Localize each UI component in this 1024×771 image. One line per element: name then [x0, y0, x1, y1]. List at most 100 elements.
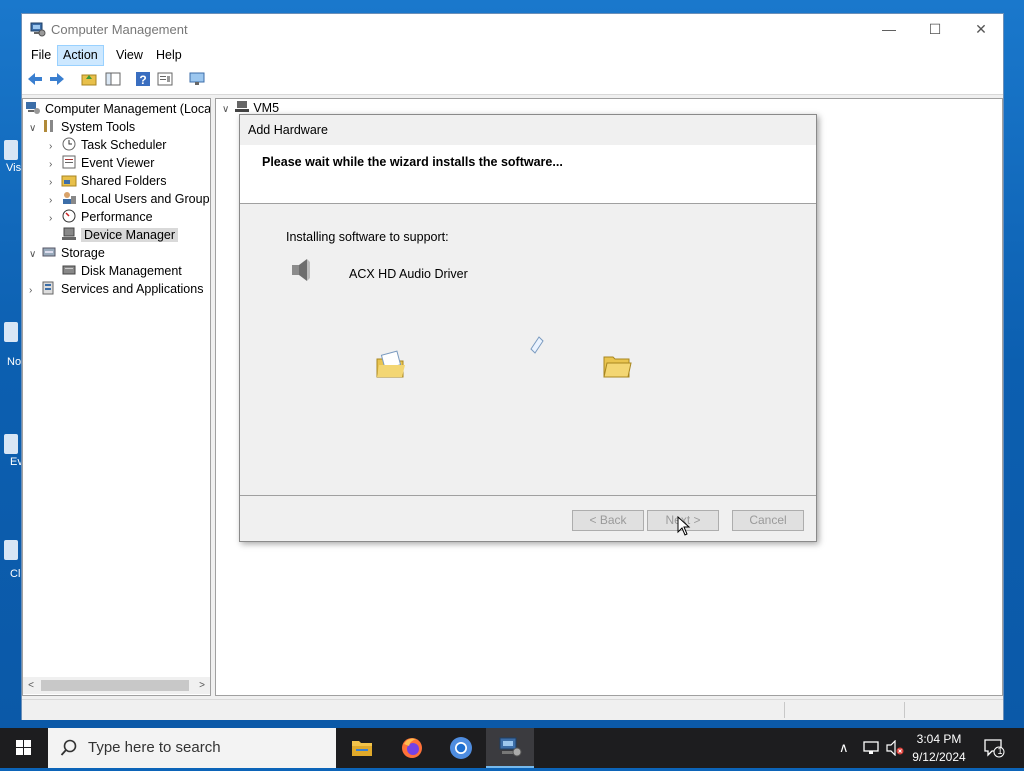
taskbar-computer-management[interactable]: [486, 728, 534, 768]
status-divider: [904, 702, 905, 718]
tree-item-root[interactable]: Computer Management (Local: [25, 100, 211, 118]
desktop-icon-label: Cl: [10, 568, 21, 580]
dialog-footer: < Back Next > Cancel: [240, 495, 816, 542]
taskbar-file-explorer[interactable]: [338, 728, 386, 768]
vm-name: VM5: [253, 101, 280, 115]
tree-item-label: System Tools: [61, 120, 136, 134]
taskbar-firefox[interactable]: [388, 728, 436, 768]
tree-item-label: Device Manager: [81, 228, 179, 242]
scroll-right-icon[interactable]: >: [194, 677, 210, 694]
cancel-button[interactable]: Cancel: [732, 510, 804, 531]
tree-item-label: Shared Folders: [81, 174, 167, 188]
up-folder-icon[interactable]: [80, 70, 98, 88]
tree-item-task-scheduler[interactable]: › Task Scheduler: [49, 136, 166, 154]
disk-icon: [62, 265, 76, 275]
file-explorer-icon: [352, 741, 372, 756]
tree-item-shared-folders[interactable]: › Shared Folders: [49, 172, 166, 190]
tree-item-services-apps[interactable]: › Services and Applications: [29, 280, 203, 298]
speaker-icon: [292, 259, 310, 281]
flying-paper-icon: [530, 336, 544, 354]
svg-text:?: ?: [139, 73, 146, 87]
desktop-icon-ev[interactable]: Ev: [0, 432, 23, 476]
search-placeholder: Type here to search: [88, 739, 221, 756]
tree-item-label: Performance: [81, 210, 153, 224]
clock-icon: [62, 137, 76, 151]
forward-arrow-icon[interactable]: [48, 70, 66, 88]
users-icon: [63, 192, 76, 204]
computer-management-icon: [26, 102, 40, 114]
storage-icon: [42, 247, 56, 257]
shortcut-icon: [4, 322, 18, 342]
back-arrow-icon[interactable]: [26, 70, 44, 88]
tree-item-label: Task Scheduler: [81, 138, 167, 152]
source-folder-icon: [376, 350, 405, 378]
shortcut-icon: [4, 540, 18, 560]
firefox-icon: [402, 738, 422, 758]
desktop-icon-label: No: [7, 356, 22, 368]
desktop-icon-vis[interactable]: Vis: [0, 138, 22, 182]
taskbar-chromium[interactable]: [437, 728, 485, 768]
mouse-cursor-icon: [677, 516, 691, 536]
tree-item-label: Event Viewer: [81, 156, 155, 170]
taskbar-search-box[interactable]: Type here to search: [48, 728, 336, 768]
tree-item-performance[interactable]: › Performance: [49, 208, 153, 226]
console-tree: Computer Management (Local ∨ System Tool…: [22, 98, 211, 696]
properties-icon[interactable]: [156, 70, 174, 88]
tree-item-label: Disk Management: [81, 264, 182, 278]
close-button[interactable]: ✕: [958, 14, 1004, 44]
scroll-thumb[interactable]: [41, 680, 189, 691]
maximize-button[interactable]: ☐: [912, 14, 958, 44]
tree-item-device-manager[interactable]: Device Manager: [61, 226, 179, 244]
back-button[interactable]: < Back: [572, 510, 644, 531]
desktop-icon-no[interactable]: No: [0, 320, 22, 368]
shortcut-icon: [4, 434, 18, 454]
monitor-icon[interactable]: [188, 70, 206, 88]
performance-gauge-icon: [62, 209, 76, 223]
tree-item-storage[interactable]: ∨ Storage: [29, 244, 105, 262]
desktop-icon-cl[interactable]: Cl: [0, 538, 22, 582]
tree-item-label: Services and Applications: [61, 282, 204, 296]
desktop-icon-label: Vis: [6, 162, 22, 174]
collapse-chevron-icon[interactable]: ∨: [222, 104, 229, 115]
search-icon: [60, 739, 77, 756]
dialog-header: Please wait while the wizard installs th…: [240, 145, 816, 204]
minimize-button[interactable]: —: [866, 14, 912, 44]
status-bar: [22, 699, 1003, 720]
computer-management-icon: [499, 737, 522, 757]
tree-item-disk-management[interactable]: Disk Management: [61, 262, 182, 280]
tree-horizontal-scrollbar[interactable]: < >: [23, 677, 210, 694]
menu-help[interactable]: Help: [151, 46, 187, 65]
services-icon: [42, 281, 54, 295]
clock-date[interactable]: 9/12/2024: [899, 750, 979, 764]
driver-name: ACX HD Audio Driver: [349, 267, 468, 281]
menu-bar: File Action View Help: [22, 44, 1003, 66]
show-hidden-icons-chevron-icon[interactable]: ∧: [839, 740, 849, 756]
device-tree-root[interactable]: ∨ VM5: [222, 101, 279, 115]
scroll-left-icon[interactable]: <: [23, 677, 39, 694]
tree-item-system-tools[interactable]: ∨ System Tools: [29, 118, 135, 136]
show-hide-tree-icon[interactable]: [104, 70, 122, 88]
installing-label: Installing software to support:: [286, 230, 449, 244]
title-bar[interactable]: Computer Management — ☐ ✕: [22, 14, 1003, 44]
help-icon[interactable]: ?: [134, 70, 152, 88]
collapse-chevron-icon[interactable]: ∨: [29, 120, 41, 138]
toolbar: ?: [22, 66, 1003, 95]
wizard-status-message: Please wait while the wizard installs th…: [262, 155, 563, 169]
menu-view[interactable]: View: [111, 46, 148, 65]
expand-chevron-icon[interactable]: ›: [49, 210, 61, 228]
tools-icon: [44, 120, 53, 132]
windows-start-icon[interactable]: [0, 728, 48, 768]
tree-item-label: Computer Management (Local: [45, 102, 211, 116]
collapse-chevron-icon[interactable]: ∨: [29, 246, 41, 264]
network-icon[interactable]: [862, 740, 880, 756]
tree-item-local-users[interactable]: › Local Users and Groups: [49, 190, 211, 208]
device-manager-icon: [62, 227, 76, 240]
expand-chevron-icon[interactable]: ›: [29, 282, 41, 300]
clock-time[interactable]: 3:04 PM: [899, 732, 979, 746]
menu-action[interactable]: Action: [57, 45, 104, 66]
tree-item-event-viewer[interactable]: › Event Viewer: [49, 154, 154, 172]
tree-item-label: Local Users and Groups: [81, 192, 211, 206]
menu-file[interactable]: File: [26, 46, 56, 65]
event-log-icon: [62, 155, 76, 169]
dialog-body: Installing software to support: ACX HD A…: [240, 204, 816, 494]
